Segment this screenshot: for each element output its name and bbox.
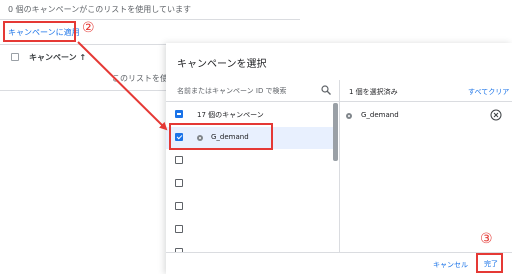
divider [0,90,170,91]
clear-all-button[interactable]: すべてクリア [468,87,509,97]
search-placeholder: 名前またはキャンペーン ID で検索 [177,87,287,95]
pane-divider [339,80,340,252]
select-campaign-dialog: キャンペーンを選択 名前またはキャンペーン ID で検索 17 個のキャンペーン… [166,43,512,274]
dialog-title: キャンペーンを選択 [177,59,267,70]
annotation-highlight-apply [3,21,76,42]
campaign-row[interactable] [166,173,336,195]
annotation-highlight-campaign [169,123,273,150]
campaign-row[interactable] [166,196,336,218]
campaign-status-icon [346,113,352,119]
campaign-row[interactable] [166,219,336,241]
annotation-step-2: ② [82,20,95,36]
list-scrollbar[interactable] [333,103,338,161]
annotation-step-3: ③ [480,231,493,247]
search-input[interactable]: 名前またはキャンペーン ID で検索 [166,80,339,102]
header-checkbox[interactable] [11,53,19,61]
campaign-checkbox[interactable] [175,202,183,210]
divider [0,19,300,20]
annotation-highlight-done [476,253,503,273]
selected-header: 1 個を選択済み すべてクリア [340,80,512,102]
remove-icon[interactable] [490,109,502,121]
campaign-checkbox[interactable] [175,156,183,164]
select-all-label: 17 個のキャンペーン [197,111,264,119]
selected-item: G_demand [340,108,512,124]
campaign-usage-text: 0 個のキャンペーンがこのリストを使用しています [8,5,191,14]
selected-item-label: G_demand [361,111,399,119]
search-icon[interactable] [320,84,332,96]
campaign-row[interactable] [166,150,336,172]
select-all-checkbox[interactable] [175,110,183,118]
campaign-checkbox[interactable] [175,179,183,187]
cancel-button[interactable]: キャンセル [433,260,468,270]
campaign-row[interactable] [166,242,336,252]
selected-count: 1 個を選択済み [349,88,398,96]
divider [0,44,175,45]
campaign-column-header[interactable]: キャンペーン ↑ [29,52,86,63]
footer-divider [166,252,512,253]
campaign-checkbox[interactable] [175,225,183,233]
